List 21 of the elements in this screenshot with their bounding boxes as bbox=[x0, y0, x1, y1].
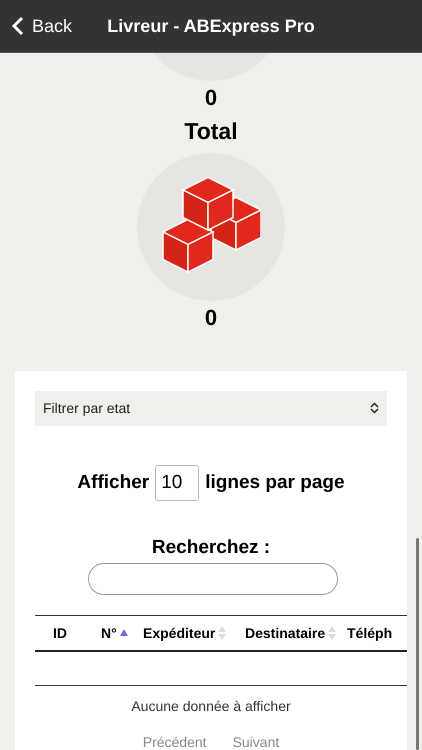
search-field[interactable] bbox=[88, 562, 338, 595]
page-size-field[interactable]: 10 bbox=[155, 464, 200, 501]
column-header[interactable]: Destinataire bbox=[245, 624, 326, 641]
empty-message: Aucune donnée à afficher bbox=[130, 698, 292, 714]
column-header: Téléph bbox=[347, 624, 392, 641]
pager-button[interactable]: Suivant bbox=[232, 734, 280, 750]
stat-label: Total bbox=[184, 117, 238, 145]
page-size-suffix: lignes par page bbox=[205, 472, 345, 494]
column-header[interactable]: Expéditeur bbox=[143, 624, 216, 641]
filter-select[interactable]: Filtrer par etat bbox=[35, 391, 387, 426]
pager-button[interactable]: Précédent bbox=[142, 734, 207, 750]
search-label: Recherchez : bbox=[150, 536, 272, 559]
column-header: ID bbox=[53, 624, 67, 641]
stat-value: 0 bbox=[204, 305, 218, 331]
page-size-prefix: Afficher bbox=[77, 472, 150, 494]
back-chevron-icon bbox=[12, 16, 24, 36]
column-header[interactable]: N° bbox=[101, 624, 117, 641]
stat-value: 0 bbox=[204, 85, 218, 111]
select-arrows-icon bbox=[370, 402, 379, 414]
back-button[interactable]: Back bbox=[0, 16, 72, 36]
screen-title: Livreur - ABExpress Pro bbox=[107, 16, 315, 36]
